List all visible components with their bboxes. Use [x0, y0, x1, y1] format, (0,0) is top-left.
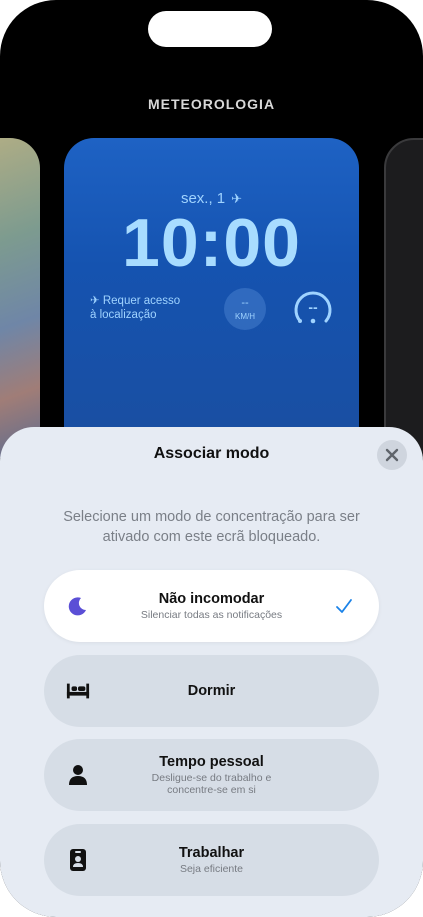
moon-icon: [66, 594, 90, 618]
wind-value: --: [241, 297, 249, 309]
xmark-icon: [385, 448, 399, 462]
lockscreen-preview-current[interactable]: sex., 1 ✈ 10:00 ✈ Requer acesso à localiz…: [64, 138, 359, 458]
location-text-line1: Requer acesso: [102, 295, 181, 307]
sheet-title: Associar modo: [153, 445, 270, 462]
mode-name: Dormir: [187, 683, 236, 699]
bed-icon: [66, 679, 90, 703]
mode-subtitle: Seja eficiente: [179, 863, 244, 875]
mode-subtitle-line2: concentre-se em si: [167, 784, 256, 796]
gauge-value: --: [308, 299, 318, 315]
location-widget[interactable]: ✈ Requer acesso à localização: [90, 294, 220, 322]
close-button[interactable]: [377, 440, 407, 470]
lockscreen-preview-previous[interactable]: [0, 138, 40, 458]
mode-personal-time[interactable]: Tempo pessoal Desligue-se do trabalho e …: [44, 739, 379, 811]
phone-screen: METEOROLOGIA sex., 1 ✈ 10:00 ✈ Requer ace…: [0, 0, 423, 917]
page-title: METEOROLOGIA: [147, 96, 276, 112]
associate-mode-sheet: Associar modo Selecione um modo de conce…: [0, 427, 423, 917]
mode-subtitle-line1: Desligue-se do trabalho e: [151, 772, 272, 784]
uv-gauge-widget[interactable]: --: [292, 288, 334, 330]
mode-name: Trabalhar: [178, 845, 245, 861]
mode-name: Não incomodar: [158, 591, 265, 607]
wind-unit: KM/H: [235, 312, 255, 321]
mode-name: Tempo pessoal: [159, 754, 264, 770]
mode-do-not-disturb[interactable]: Não incomodar Silenciar todas as notific…: [44, 570, 379, 642]
wind-widget[interactable]: -- KM/H: [224, 288, 266, 330]
checkmark-icon: [334, 594, 354, 618]
lockscreen-preview-next[interactable]: [384, 138, 423, 458]
mode-work[interactable]: Trabalhar Seja eficiente: [44, 824, 379, 896]
person-icon: [66, 763, 90, 787]
mode-sleep[interactable]: Dormir: [44, 655, 379, 727]
sheet-description: Selecione um modo de concentração para s…: [63, 509, 360, 545]
clock-time: 10:00: [122, 205, 301, 281]
mode-subtitle: Silenciar todas as notificações: [140, 609, 283, 621]
id-badge-icon: [66, 848, 90, 872]
dynamic-island: [148, 11, 272, 47]
location-arrow-icon: ✈: [90, 295, 103, 307]
location-text-line2: à localização: [90, 309, 157, 321]
